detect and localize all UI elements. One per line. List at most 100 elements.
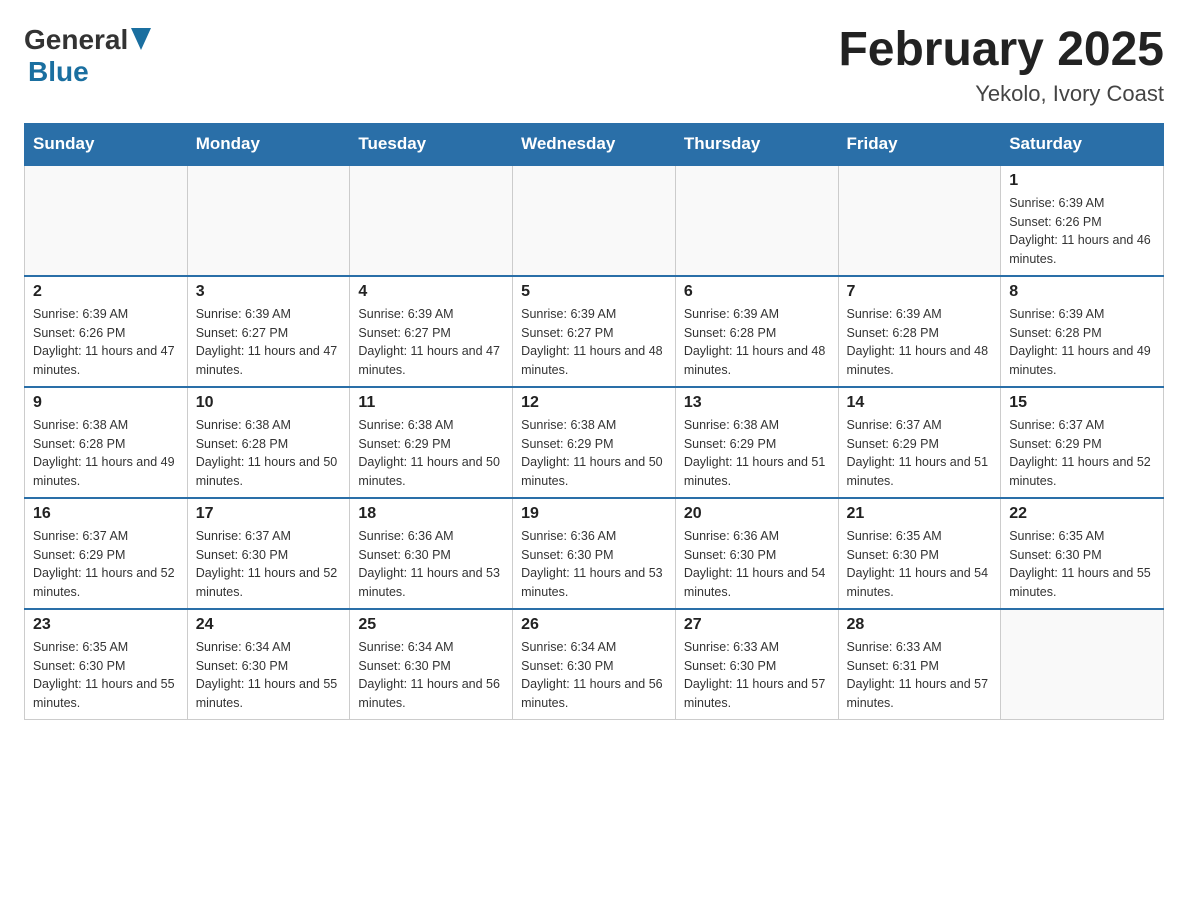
col-header-wednesday: Wednesday (513, 123, 676, 165)
calendar-cell: 16 Sunrise: 6:37 AM Sunset: 6:29 PM Dayli… (25, 498, 188, 609)
calendar-cell: 4 Sunrise: 6:39 AM Sunset: 6:27 PM Daylig… (350, 276, 513, 387)
calendar-cell: 26 Sunrise: 6:34 AM Sunset: 6:30 PM Dayli… (513, 609, 676, 720)
logo-general-text: General (24, 24, 128, 56)
calendar-cell: 1 Sunrise: 6:39 AM Sunset: 6:26 PM Daylig… (1001, 165, 1164, 276)
calendar-cell: 19 Sunrise: 6:36 AM Sunset: 6:30 PM Dayli… (513, 498, 676, 609)
col-header-monday: Monday (187, 123, 350, 165)
day-number: 5 (521, 283, 667, 301)
day-number: 8 (1009, 283, 1155, 301)
day-info: Sunrise: 6:36 AM Sunset: 6:30 PM Dayligh… (684, 527, 830, 602)
calendar-cell (25, 165, 188, 276)
calendar-week-row: 9 Sunrise: 6:38 AM Sunset: 6:28 PM Daylig… (25, 387, 1164, 498)
calendar-cell (838, 165, 1001, 276)
day-info: Sunrise: 6:35 AM Sunset: 6:30 PM Dayligh… (33, 638, 179, 713)
col-header-friday: Friday (838, 123, 1001, 165)
calendar-cell: 24 Sunrise: 6:34 AM Sunset: 6:30 PM Dayli… (187, 609, 350, 720)
calendar-week-row: 23 Sunrise: 6:35 AM Sunset: 6:30 PM Dayli… (25, 609, 1164, 720)
day-info: Sunrise: 6:33 AM Sunset: 6:31 PM Dayligh… (847, 638, 993, 713)
day-info: Sunrise: 6:39 AM Sunset: 6:26 PM Dayligh… (33, 305, 179, 380)
location-text: Yekolo, Ivory Coast (838, 81, 1164, 107)
day-info: Sunrise: 6:36 AM Sunset: 6:30 PM Dayligh… (521, 527, 667, 602)
day-info: Sunrise: 6:37 AM Sunset: 6:29 PM Dayligh… (33, 527, 179, 602)
day-number: 9 (33, 394, 179, 412)
day-info: Sunrise: 6:35 AM Sunset: 6:30 PM Dayligh… (847, 527, 993, 602)
day-number: 15 (1009, 394, 1155, 412)
calendar-cell: 5Sunrise: 6:39 AM Sunset: 6:27 PM Daylig… (513, 276, 676, 387)
calendar-cell: 28 Sunrise: 6:33 AM Sunset: 6:31 PM Dayli… (838, 609, 1001, 720)
calendar-cell: 7 Sunrise: 6:39 AM Sunset: 6:28 PM Daylig… (838, 276, 1001, 387)
logo: General Blue (24, 24, 151, 88)
calendar-cell: 10 Sunrise: 6:38 AM Sunset: 6:28 PM Dayli… (187, 387, 350, 498)
day-number: 10 (196, 394, 342, 412)
calendar-cell (513, 165, 676, 276)
day-number: 14 (847, 394, 993, 412)
day-info: Sunrise: 6:36 AM Sunset: 6:30 PM Dayligh… (358, 527, 504, 602)
calendar-cell: 14 Sunrise: 6:37 AM Sunset: 6:29 PM Dayli… (838, 387, 1001, 498)
day-number: 24 (196, 616, 342, 634)
calendar-week-row: 1 Sunrise: 6:39 AM Sunset: 6:26 PM Daylig… (25, 165, 1164, 276)
calendar-cell: 22Sunrise: 6:35 AM Sunset: 6:30 PM Dayli… (1001, 498, 1164, 609)
day-info: Sunrise: 6:37 AM Sunset: 6:29 PM Dayligh… (847, 416, 993, 491)
day-number: 23 (33, 616, 179, 634)
day-number: 19 (521, 505, 667, 523)
col-header-saturday: Saturday (1001, 123, 1164, 165)
day-info: Sunrise: 6:34 AM Sunset: 6:30 PM Dayligh… (358, 638, 504, 713)
calendar-header-row: SundayMondayTuesdayWednesdayThursdayFrid… (25, 123, 1164, 165)
day-info: Sunrise: 6:39 AM Sunset: 6:28 PM Dayligh… (1009, 305, 1155, 380)
day-info: Sunrise: 6:39 AM Sunset: 6:27 PM Dayligh… (358, 305, 504, 380)
calendar-cell: 12 Sunrise: 6:38 AM Sunset: 6:29 PM Dayli… (513, 387, 676, 498)
day-info: Sunrise: 6:38 AM Sunset: 6:28 PM Dayligh… (33, 416, 179, 491)
calendar-cell (187, 165, 350, 276)
title-area: February 2025 Yekolo, Ivory Coast (838, 24, 1164, 107)
day-info: Sunrise: 6:39 AM Sunset: 6:27 PM Dayligh… (196, 305, 342, 380)
day-info: Sunrise: 6:35 AM Sunset: 6:30 PM Dayligh… (1009, 527, 1155, 602)
day-number: 1 (1009, 172, 1155, 190)
calendar-week-row: 2Sunrise: 6:39 AM Sunset: 6:26 PM Daylig… (25, 276, 1164, 387)
calendar-cell: 20Sunrise: 6:36 AM Sunset: 6:30 PM Dayli… (675, 498, 838, 609)
calendar-cell: 8 Sunrise: 6:39 AM Sunset: 6:28 PM Daylig… (1001, 276, 1164, 387)
col-header-tuesday: Tuesday (350, 123, 513, 165)
day-info: Sunrise: 6:39 AM Sunset: 6:28 PM Dayligh… (847, 305, 993, 380)
day-info: Sunrise: 6:39 AM Sunset: 6:26 PM Dayligh… (1009, 194, 1155, 269)
logo-blue-text: Blue (28, 56, 89, 87)
day-info: Sunrise: 6:34 AM Sunset: 6:30 PM Dayligh… (521, 638, 667, 713)
col-header-sunday: Sunday (25, 123, 188, 165)
day-number: 21 (847, 505, 993, 523)
day-info: Sunrise: 6:33 AM Sunset: 6:30 PM Dayligh… (684, 638, 830, 713)
day-number: 18 (358, 505, 504, 523)
month-title: February 2025 (838, 24, 1164, 77)
calendar-cell (350, 165, 513, 276)
day-number: 26 (521, 616, 667, 634)
day-number: 11 (358, 394, 504, 412)
day-number: 12 (521, 394, 667, 412)
day-info: Sunrise: 6:39 AM Sunset: 6:28 PM Dayligh… (684, 305, 830, 380)
calendar-cell: 17Sunrise: 6:37 AM Sunset: 6:30 PM Dayli… (187, 498, 350, 609)
day-info: Sunrise: 6:37 AM Sunset: 6:30 PM Dayligh… (196, 527, 342, 602)
day-number: 27 (684, 616, 830, 634)
day-info: Sunrise: 6:38 AM Sunset: 6:28 PM Dayligh… (196, 416, 342, 491)
calendar-cell (1001, 609, 1164, 720)
day-info: Sunrise: 6:38 AM Sunset: 6:29 PM Dayligh… (521, 416, 667, 491)
calendar-cell: 25 Sunrise: 6:34 AM Sunset: 6:30 PM Dayli… (350, 609, 513, 720)
day-number: 13 (684, 394, 830, 412)
calendar-cell: 3 Sunrise: 6:39 AM Sunset: 6:27 PM Daylig… (187, 276, 350, 387)
calendar-cell: 15Sunrise: 6:37 AM Sunset: 6:29 PM Dayli… (1001, 387, 1164, 498)
calendar-week-row: 16 Sunrise: 6:37 AM Sunset: 6:29 PM Dayli… (25, 498, 1164, 609)
day-number: 16 (33, 505, 179, 523)
calendar-cell: 9 Sunrise: 6:38 AM Sunset: 6:28 PM Daylig… (25, 387, 188, 498)
day-number: 3 (196, 283, 342, 301)
calendar-cell: 2Sunrise: 6:39 AM Sunset: 6:26 PM Daylig… (25, 276, 188, 387)
day-number: 25 (358, 616, 504, 634)
day-info: Sunrise: 6:38 AM Sunset: 6:29 PM Dayligh… (684, 416, 830, 491)
day-number: 7 (847, 283, 993, 301)
day-number: 4 (358, 283, 504, 301)
day-info: Sunrise: 6:38 AM Sunset: 6:29 PM Dayligh… (358, 416, 504, 491)
day-number: 28 (847, 616, 993, 634)
page-header: General Blue February 2025 Yekolo, Ivory… (24, 24, 1164, 107)
calendar-cell: 13 Sunrise: 6:38 AM Sunset: 6:29 PM Dayli… (675, 387, 838, 498)
col-header-thursday: Thursday (675, 123, 838, 165)
calendar-cell: 11 Sunrise: 6:38 AM Sunset: 6:29 PM Dayli… (350, 387, 513, 498)
calendar-cell (675, 165, 838, 276)
calendar-cell: 27 Sunrise: 6:33 AM Sunset: 6:30 PM Dayli… (675, 609, 838, 720)
day-info: Sunrise: 6:34 AM Sunset: 6:30 PM Dayligh… (196, 638, 342, 713)
